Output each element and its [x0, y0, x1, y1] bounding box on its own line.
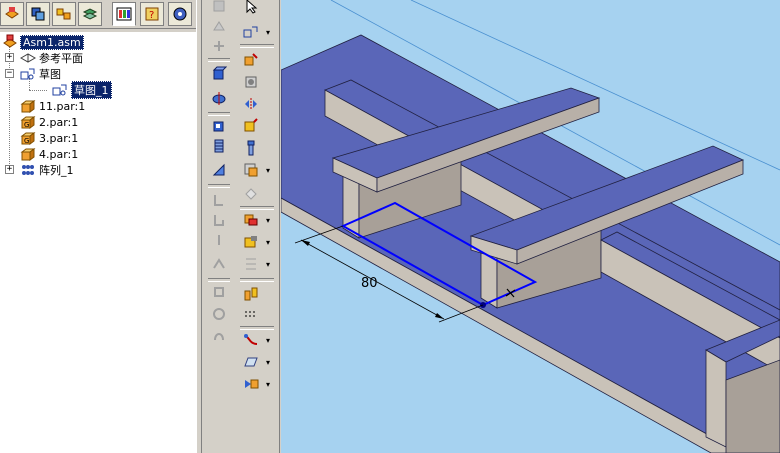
chamfer-icon[interactable]	[208, 160, 230, 180]
insert-part-icon[interactable]	[240, 50, 262, 70]
disabled-tool-icon	[208, 0, 230, 16]
chevron-down-icon[interactable]: ▾	[266, 260, 270, 269]
protrusion-icon[interactable]	[208, 64, 230, 84]
part-icon	[20, 100, 36, 113]
3d-viewport[interactable]: 80	[281, 0, 780, 453]
disabled-tool-icon	[208, 16, 230, 36]
tree-guide-line	[29, 90, 47, 91]
tree-item-sketch-1[interactable]: 草图_1	[52, 81, 112, 99]
assembly-icon	[3, 34, 17, 48]
feature-toolbar	[202, 0, 236, 453]
part-icon	[20, 148, 36, 161]
part-icon: G	[20, 116, 36, 129]
tree-item-label: 草图	[39, 68, 61, 81]
tab-layers-icon[interactable]	[78, 2, 102, 26]
disabled-tool-icon	[208, 36, 230, 56]
pathfinder-tab-strip: ?	[0, 0, 200, 29]
interference-icon[interactable]	[240, 210, 262, 230]
toolbar-separator	[208, 58, 230, 62]
tree-item-label: Asm1.asm	[20, 34, 84, 50]
tab-pathfinder-icon[interactable]	[26, 2, 50, 26]
chevron-down-icon[interactable]: ▾	[266, 28, 270, 37]
measure-icon[interactable]	[240, 232, 262, 252]
chevron-down-icon[interactable]: ▾	[266, 380, 270, 389]
svg-text:G: G	[24, 121, 29, 129]
tab-assembly-icon[interactable]	[0, 2, 24, 26]
disabled-tool-icon	[208, 282, 230, 302]
chevron-down-icon[interactable]: ▾	[266, 216, 270, 225]
disabled-tool-icon	[208, 304, 230, 324]
part-icon: G	[20, 132, 36, 145]
svg-text:?: ?	[149, 10, 154, 21]
assembly-model-view: 80	[281, 0, 780, 453]
plane-icon[interactable]	[240, 352, 262, 372]
assembly-feature-icon[interactable]	[240, 160, 262, 180]
tree-item-pattern[interactable]: 阵列_1	[20, 162, 74, 178]
sketch-tool-icon[interactable]	[240, 22, 262, 42]
toolbar-separator	[240, 44, 274, 48]
cutout-icon[interactable]	[208, 116, 230, 136]
tab-parts-library-icon[interactable]	[52, 2, 76, 26]
tree-item-reference-planes[interactable]: 参考平面	[20, 50, 83, 66]
tree-item-label: 11.par:1	[39, 99, 86, 113]
tree-item-sketches[interactable]: 草图	[20, 66, 61, 82]
sketch-icon	[52, 84, 67, 96]
chevron-down-icon[interactable]: ▾	[266, 238, 270, 247]
tree-item-label: 草图_1	[71, 81, 112, 99]
tree-item-part[interactable]: G 3.par:1	[20, 130, 78, 146]
disabled-tool-icon	[240, 254, 262, 274]
tree-item-part[interactable]: 11.par:1	[20, 98, 85, 114]
disabled-tool-icon	[208, 326, 230, 346]
svg-text:G: G	[24, 137, 29, 145]
tree-item-label: 阵列_1	[39, 164, 74, 177]
dimension-value: 80	[361, 276, 378, 291]
sketch-icon	[20, 68, 35, 80]
replace-part-icon[interactable]	[240, 72, 262, 92]
tree-item-label: 3.par:1	[39, 131, 79, 145]
reference-planes-icon	[20, 53, 36, 63]
wire-harness-icon[interactable]	[240, 330, 262, 350]
assembly-toolbar: ▾ ▾ ▾ ▾ ▾ ▾ ▾ ▾	[236, 0, 280, 453]
tab-help-icon[interactable]: ?	[140, 2, 164, 26]
toolbar-separator	[240, 278, 274, 282]
disabled-tool-icon	[208, 210, 230, 230]
pattern-tool-icon[interactable]	[240, 116, 262, 136]
disabled-tool-icon	[208, 230, 230, 250]
tree-item-label: 2.par:1	[39, 115, 79, 129]
chevron-down-icon[interactable]: ▾	[266, 336, 270, 345]
disabled-tool-icon	[208, 254, 230, 274]
explode-icon[interactable]	[240, 284, 262, 304]
hole-icon[interactable]	[208, 136, 230, 156]
toolbar-separator	[208, 184, 230, 188]
mirror-icon[interactable]	[240, 94, 262, 114]
expand-toggle[interactable]: +	[5, 53, 14, 62]
tree-item-part[interactable]: G 2.par:1	[20, 114, 78, 130]
tree-guide-line	[9, 46, 10, 168]
disabled-tool-icon	[208, 190, 230, 210]
flow-icon[interactable]	[240, 304, 262, 324]
fastener-icon[interactable]	[240, 138, 262, 158]
tab-settings-icon[interactable]	[168, 2, 192, 26]
tree-item-part[interactable]: 4.par:1	[20, 146, 78, 162]
assembly-tree: Asm1.asm + 参考平面 − 草图 草图_1 11.par:1 G 2.p…	[0, 32, 197, 453]
tree-item-label: 参考平面	[39, 52, 83, 65]
motion-icon[interactable]	[240, 374, 262, 394]
chevron-down-icon[interactable]: ▾	[266, 358, 270, 367]
select-arrow-icon[interactable]	[240, 0, 262, 16]
chevron-down-icon[interactable]: ▾	[266, 166, 270, 175]
tab-color-icon[interactable]	[112, 2, 136, 26]
disabled-tool-icon	[240, 184, 262, 204]
collapse-toggle[interactable]: −	[5, 69, 14, 78]
pattern-icon	[22, 165, 34, 175]
expand-toggle[interactable]: +	[5, 165, 14, 174]
revolve-icon[interactable]	[208, 88, 230, 108]
tree-item-label: 4.par:1	[39, 147, 79, 161]
tree-item-assembly[interactable]: Asm1.asm	[2, 34, 84, 50]
